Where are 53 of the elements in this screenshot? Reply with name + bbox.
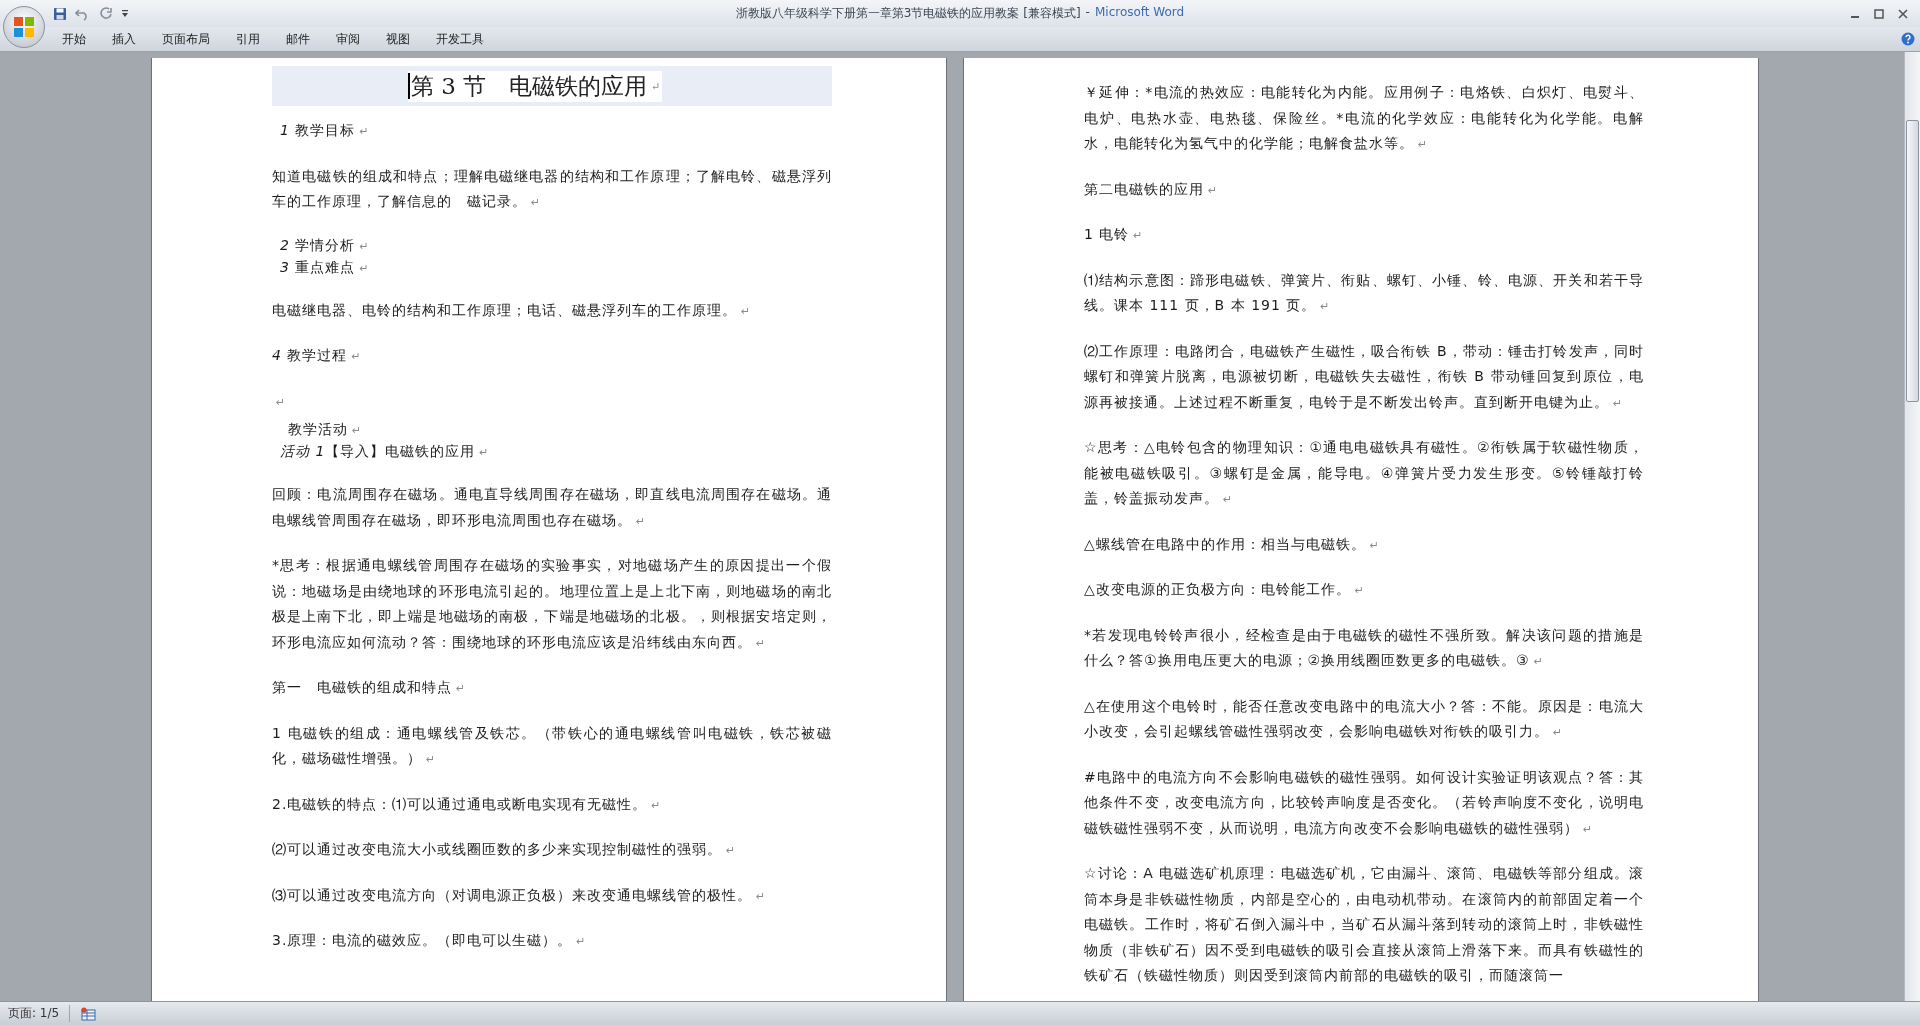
title-separator: - [1085, 5, 1090, 21]
paragraph: ☆思考：△电铃包含的物理知识：①通电电磁铁具有磁性。②衔铁属于软磁性物质，能被电磁铁吸引。③螺钉是金属，能导电。④弹簧片受力发生形变。⑤铃锤敲打铃盖，铃盖振动发声。 ↵ [1084, 438, 1644, 508]
paragraph: △改变电源的正负极方向：电铃能工作。 ↵ [1084, 580, 1365, 599]
save-icon[interactable] [53, 6, 67, 21]
paragraph: 第一 电磁铁的组成和特点 ↵ [272, 678, 467, 697]
heading: 4 教学过程 ↵ [272, 346, 362, 365]
paragraph: *思考：根据通电螺线管周围存在磁场的实验事实，对地磁场产生的原因提出一个假说：地磁场是由绕地球的环形电流引起的。地理位置上是上北下南，则地磁场的南北极是上南下北，即上端是地磁场的南极，下端是地磁场的北极。，则根据安培定则，环形电流应如何流动？答：围绕地球的环形电流应该是沿纬线由东向西。 ↵ [272, 556, 832, 652]
close-icon[interactable] [1898, 8, 1908, 19]
ribbon-tab[interactable]: 页面布局 [149, 29, 223, 49]
scroll-thumb[interactable] [1906, 120, 1919, 402]
paragraph-mark: ↵ [275, 394, 287, 411]
document-heading: 第 3 节 电磁铁的应用 ↵ [408, 70, 663, 102]
maximize-icon[interactable] [1874, 8, 1884, 19]
help-icon[interactable] [1901, 32, 1915, 46]
paragraph: ⑵工作原理：电路闭合，电磁铁产生磁性，吸合衔铁 B，带动：锤击打铃发声，同时螺钉和弹簧片脱离，电源被切断，电磁铁失去磁性，衔铁 B 带动锤回复到原位，电源再被接通。上述过程不断重复，电铃于是不断发出铃声。直到断开电键为止。 ↵ [1084, 341, 1644, 412]
ribbon-tab[interactable]: 邮件 [273, 29, 323, 49]
office-button[interactable] [3, 6, 45, 48]
ribbon-tab[interactable]: 开发工具 [423, 29, 497, 49]
paragraph: 第二电磁铁的应用 ↵ [1084, 179, 1219, 199]
paragraph: 3.原理：电流的磁效应。（即电可以生磁）。 ↵ [272, 931, 587, 950]
four-squares-icon [11, 14, 37, 40]
heading: 1 教学目标 ↵ [279, 121, 370, 140]
paragraph: △螺线管在电路中的作用：相当与电磁铁。 ↵ [1084, 534, 1380, 554]
paragraph: *若发现电铃铃声很小，经检查是由于电磁铁的磁性不强所致。解决该问题的措施是什么？答①换用电压更大的电源；②换用线圈匝数更多的电磁铁。③ ↵ [1084, 625, 1644, 670]
paragraph: ☆讨论：A 电磁选矿机原理：电磁选矿机，它由漏斗、滚筒、电磁铁等部分组成。滚筒本身是非铁磁性物质，内部是空心的，由电动机带动。在滚筒内的前部固定着一个电磁铁。工作时，将矿石倒入漏斗中，当矿石从漏斗落到转动的滚筒上时，非铁磁性物质（非铁矿石）因不受到电磁铁的吸引会直接从滚筒上滑落下来。而具有铁磁性的铁矿石（铁磁性物质）则因受到滚筒内前部的电磁铁的吸引，而随滚筒一 [1084, 864, 1644, 985]
table-icon[interactable] [80, 1006, 97, 1021]
heading: 3 重点难点 ↵ [279, 257, 370, 277]
dropdown-icon[interactable] [121, 8, 129, 19]
ribbon-tab[interactable]: 引用 [223, 29, 273, 49]
paragraph: ⑵可以通过改变电流大小或线圈匝数的多少来实现控制磁性的强弱。 ↵ [272, 840, 737, 859]
paragraph: △在使用这个电铃时，能否任意改变电路中的电流大小？答：不能。原因是：电流大小改变，会引起螺线管磁性强弱改变，会影响电磁铁对衔铁的吸引力。 ↵ [1084, 696, 1644, 741]
heading: 教学活动 ↵ [287, 420, 363, 439]
paragraph: 2.电磁铁的特点：⑴可以通过通电或断电实现有无磁性。 ↵ [272, 794, 662, 814]
app-name: Microsoft Word [1094, 5, 1185, 21]
paragraph: 1 电磁铁的组成：通电螺线管及铁芯。（带铁心的通电螺线管叫电磁铁，铁芯被磁化，磁场磁性增强。） ↵ [272, 723, 832, 768]
paragraph: ⑴结构示意图：蹄形电磁铁、弹簧片、衔贴、螺钉、小锤、铃、电源、开关和若干导线。课本 111 页，B 本 191 页。 ↵ [1084, 270, 1644, 315]
redo-icon[interactable] [99, 6, 113, 21]
ribbon-tab[interactable]: 视图 [373, 29, 423, 49]
paragraph: ￥延伸：*电流的热效应：电能转化为内能。应用例子：电烙铁、白炽灯、电熨斗、电炉、电热水壶、电热毯、保险丝。*电流的化学效应：电能转化为化学能。电解水，电能转化为氢气中的化学能；电解食盐水等。 ↵ [1084, 83, 1644, 153]
paragraph: 回顾：电流周围存在磁场。通电直导线周围存在磁场，即直线电流周围存在磁场。通电螺线管周围存在磁场，即环形电流周围也存在磁场。 ↵ [272, 485, 832, 530]
heading: 活动 1【导入】电磁铁的应用 ↵ [279, 442, 490, 461]
heading: 2 学情分析 ↵ [279, 235, 370, 255]
paragraph: 1 电铃 ↵ [1084, 225, 1144, 244]
document-title: 浙教版八年级科学下册第一章第3节电磁铁的应用教案 [兼容模式] [735, 5, 1081, 22]
vertical-scrollbar[interactable] [1904, 52, 1920, 1001]
ribbon-tab[interactable]: 审阅 [323, 29, 373, 49]
ribbon-tab[interactable]: 开始 [49, 29, 99, 49]
paragraph: ⑶可以通过改变电流方向（对调电源正负极）来改变通电螺线管的极性。 ↵ [272, 885, 767, 905]
paragraph: 知道电磁铁的组成和特点；理解电磁继电器的结构和工作原理；了解电铃、磁悬浮列车的工作原理，了解信息的 磁记录。 ↵ [272, 166, 832, 211]
ribbon-tab[interactable]: 插入 [99, 29, 149, 49]
paragraph: 电磁继电器、电铃的结构和工作原理；电话、磁悬浮列车的工作原理。 ↵ [272, 300, 752, 320]
paragraph: #电路中的电流方向不会影响电磁铁的磁性强弱。如何设计实验证明该观点？答：其他条件不变，改变电流方向，比较铃声响度是否变化。（若铃声响度不变化，说明电磁铁磁性强弱不变，从而说明，电流方向改变不会影响电磁铁的磁性强弱） ↵ [1084, 767, 1644, 838]
page-count[interactable]: 页面: 1/5 [0, 1005, 71, 1022]
